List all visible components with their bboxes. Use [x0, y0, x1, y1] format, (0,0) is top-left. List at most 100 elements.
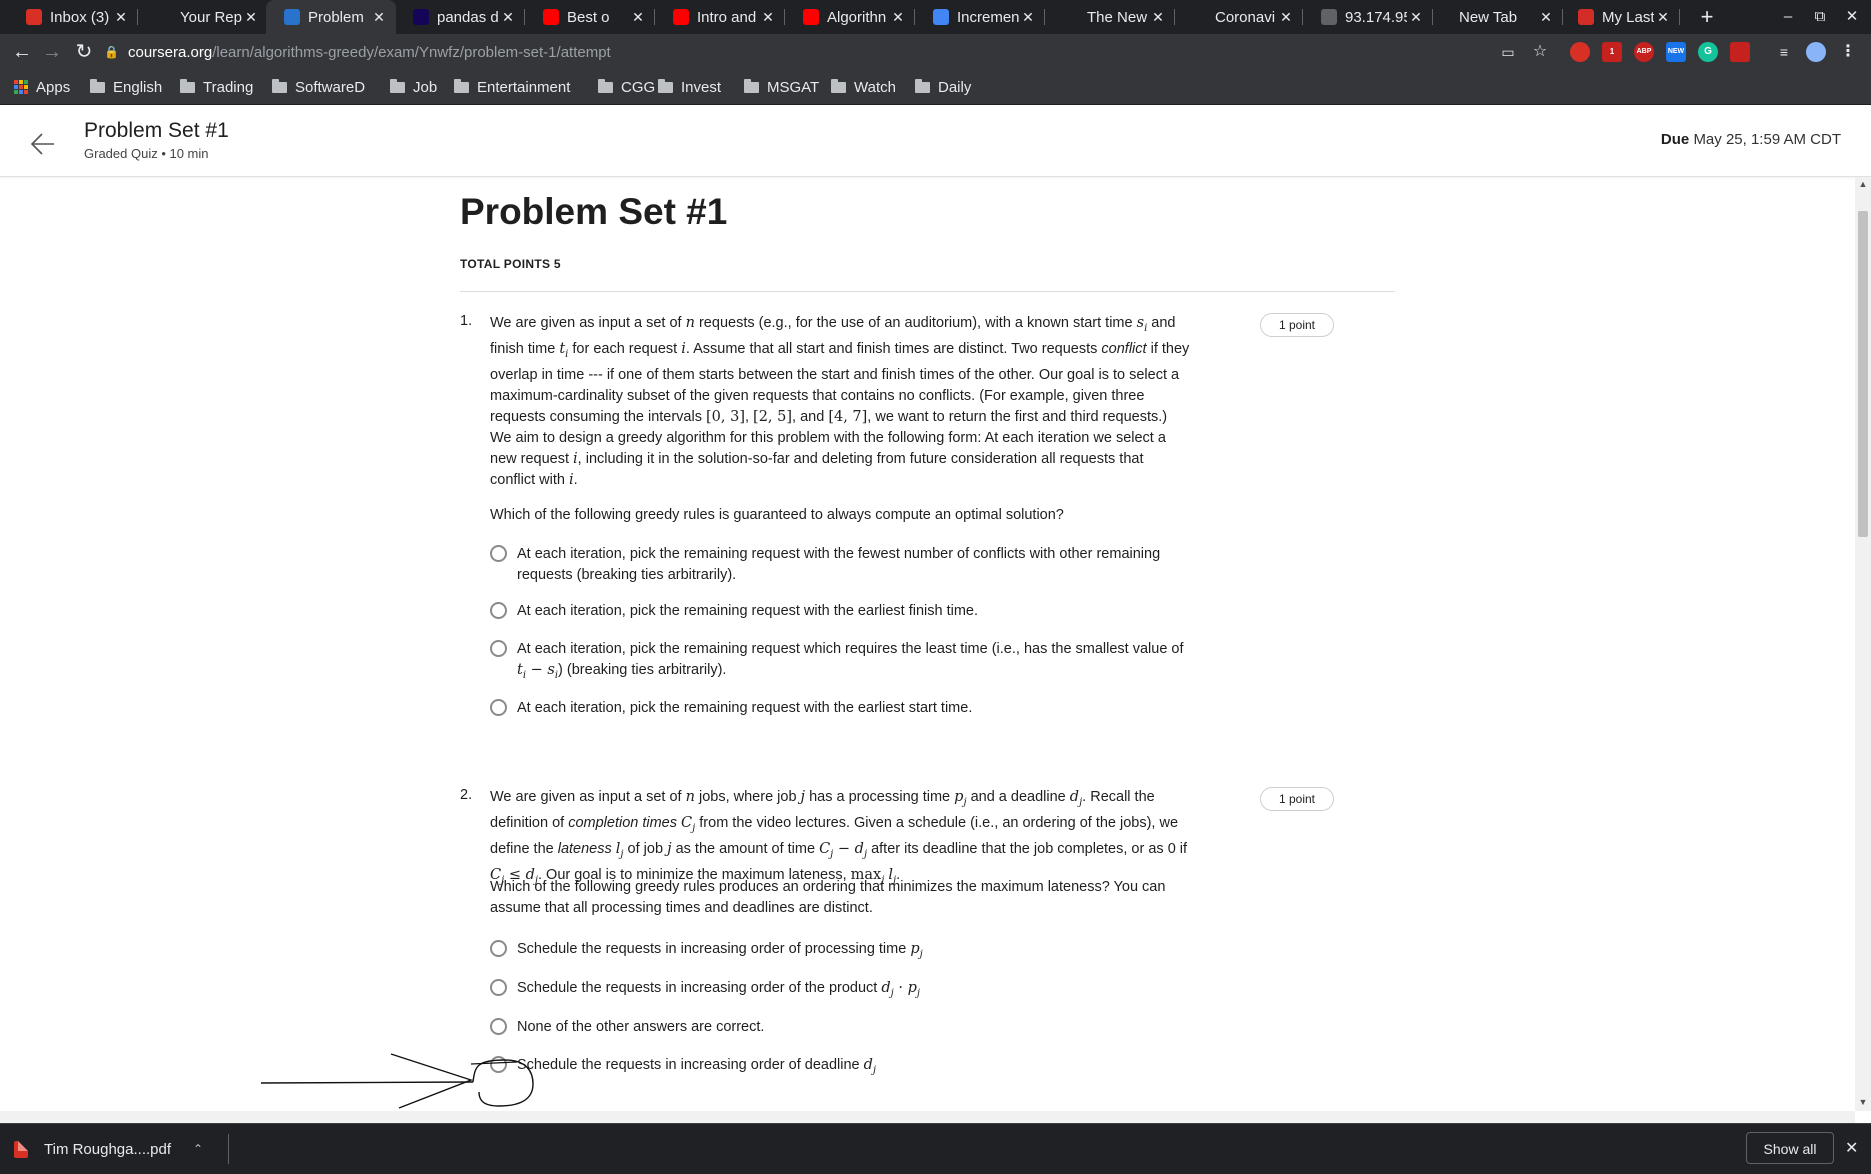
- chevron-up-icon[interactable]: ⌃: [193, 1142, 203, 1156]
- answer-option[interactable]: At each iteration, pick the remaining re…: [490, 601, 1190, 622]
- answer-option[interactable]: Schedule the requests in increasing orde…: [490, 1055, 1190, 1081]
- youtube-icon: [543, 9, 559, 25]
- course-header: Problem Set #1 Graded Quiz • 10 min Due …: [0, 105, 1871, 177]
- radio-button[interactable]: [490, 979, 507, 996]
- bookmark-folder[interactable]: SoftwareD: [272, 70, 365, 104]
- close-tab-icon[interactable]: ✕: [499, 9, 517, 26]
- show-all-button[interactable]: Show all: [1746, 1132, 1834, 1164]
- browser-tab[interactable]: 93.174.95 ✕: [1303, 0, 1433, 34]
- close-tab-icon[interactable]: ✕: [112, 9, 130, 26]
- adblock-icon[interactable]: ABP: [1634, 42, 1654, 62]
- browser-tab[interactable]: Problem ✕: [266, 0, 396, 34]
- download-shelf: Tim Roughga....pdf ⌃ Show all ✕: [0, 1123, 1871, 1174]
- close-tab-icon[interactable]: ✕: [1407, 9, 1425, 26]
- browser-tab[interactable]: My LastP✕: [1560, 0, 1680, 34]
- browser-tab[interactable]: Incremen ✕: [915, 0, 1045, 34]
- radio-button[interactable]: [490, 699, 507, 716]
- answer-option[interactable]: Schedule the requests in increasing orde…: [490, 978, 1190, 1004]
- bookmark-folder[interactable]: English: [90, 70, 162, 104]
- folder-icon: [90, 78, 105, 93]
- bookmark-star-icon[interactable]: ☆: [1530, 42, 1550, 62]
- close-tab-icon[interactable]: ✕: [629, 9, 647, 26]
- answer-option[interactable]: Schedule the requests in increasing orde…: [490, 939, 1190, 965]
- bookmark-folder[interactable]: Trading: [180, 70, 253, 104]
- more-menu-icon[interactable]: ⋮: [1838, 42, 1858, 62]
- radio-button[interactable]: [490, 640, 507, 657]
- bookmark-folder[interactable]: MSGAT: [744, 70, 819, 104]
- close-shelf-icon[interactable]: ✕: [1845, 1138, 1858, 1158]
- scroll-down-icon[interactable]: ▼: [1855, 1097, 1871, 1107]
- browser-tab-strip: Inbox (3) ✕ Your Rep ✕ Problem ✕ pandas d ✕ Best…: [0, 0, 1871, 34]
- bookmark-folder[interactable]: Entertainment: [454, 70, 570, 104]
- browser-tab[interactable]: Coronavi ✕: [1173, 0, 1303, 34]
- bookmark-apps[interactable]: Apps: [14, 70, 70, 104]
- answer-option[interactable]: At each iteration, pick the remaining re…: [490, 544, 1190, 586]
- forward-icon[interactable]: →: [38, 38, 66, 66]
- cast-icon[interactable]: ▭: [1498, 42, 1518, 62]
- back-arrow-icon[interactable]: [28, 129, 58, 159]
- horizontal-scrollbar[interactable]: [0, 1111, 1855, 1123]
- folder-icon: [390, 78, 405, 93]
- new-extension-icon[interactable]: NEW: [1666, 42, 1686, 62]
- tab-title: Intro and: [697, 8, 757, 26]
- question-number: 1.: [460, 313, 473, 329]
- answer-option[interactable]: None of the other answers are correct.: [490, 1017, 1190, 1038]
- browser-tab[interactable]: Best o ✕: [525, 0, 655, 34]
- reading-list-icon[interactable]: ≡: [1774, 42, 1794, 62]
- bookmark-folder[interactable]: Invest: [658, 70, 721, 104]
- bookmark-folder[interactable]: Job: [390, 70, 437, 104]
- address-bar[interactable]: 🔒 coursera.org/learn/algorithms-greedy/e…: [104, 36, 1534, 68]
- bookmark-folder[interactable]: Daily: [915, 70, 971, 104]
- restore-window-icon[interactable]: ⧉: [1802, 0, 1838, 34]
- download-item[interactable]: Tim Roughga....pdf ⌃: [14, 1132, 203, 1166]
- apps-grid-icon: [14, 80, 28, 94]
- bookmark-folder-label: Daily: [938, 78, 972, 96]
- scrollbar-thumb[interactable]: [1858, 211, 1868, 537]
- browser-tab[interactable]: pandas d ✕: [395, 0, 525, 34]
- close-tab-icon[interactable]: ✕: [1654, 9, 1672, 26]
- profile-avatar[interactable]: [1806, 42, 1826, 62]
- radio-button[interactable]: [490, 940, 507, 957]
- close-tab-icon[interactable]: ✕: [242, 9, 260, 26]
- minimize-window-icon[interactable]: –: [1770, 0, 1806, 34]
- browser-tab[interactable]: Your Rep ✕: [138, 0, 268, 34]
- new-tab-button[interactable]: +: [1694, 4, 1720, 30]
- close-tab-icon[interactable]: ✕: [759, 9, 777, 26]
- extension-lastpass-icon[interactable]: 1: [1602, 42, 1622, 62]
- browser-tab[interactable]: Algorithn ✕: [785, 0, 915, 34]
- radio-button[interactable]: [490, 1018, 507, 1035]
- close-tab-icon[interactable]: ✕: [1149, 9, 1167, 26]
- option-text: At each iteration, pick the remaining re…: [517, 603, 979, 619]
- back-icon[interactable]: ←: [8, 38, 36, 66]
- vertical-scrollbar[interactable]: ▲ ▼: [1855, 177, 1871, 1111]
- extension-dots-icon[interactable]: [1730, 42, 1750, 62]
- gmail-icon: [26, 9, 42, 25]
- radio-button[interactable]: [490, 545, 507, 562]
- option-text-main: Schedule the requests in increasing orde…: [517, 1057, 860, 1073]
- bookmark-folder[interactable]: Watch: [831, 70, 896, 104]
- close-window-icon[interactable]: ✕: [1834, 0, 1870, 34]
- browser-tab[interactable]: New Tab ✕: [1433, 0, 1563, 34]
- close-tab-icon[interactable]: ✕: [1277, 9, 1295, 26]
- browser-tab[interactable]: Inbox (3) ✕: [8, 0, 138, 34]
- tab-separator: [1679, 9, 1680, 25]
- close-tab-icon[interactable]: ✕: [1537, 9, 1555, 26]
- scroll-up-icon[interactable]: ▲: [1855, 179, 1871, 189]
- extension-red-icon[interactable]: [1570, 42, 1590, 62]
- bookmark-folder[interactable]: CGG: [598, 70, 655, 104]
- adblock-label: ABP: [1636, 48, 1652, 55]
- close-tab-icon[interactable]: ✕: [889, 9, 907, 26]
- reload-icon[interactable]: ↻: [70, 38, 98, 66]
- browser-tab[interactable]: The New ✕: [1045, 0, 1175, 34]
- close-tab-icon[interactable]: ✕: [370, 9, 388, 26]
- points-badge: 1 point: [1260, 787, 1334, 811]
- close-tab-icon[interactable]: ✕: [1019, 9, 1037, 26]
- answer-option[interactable]: At each iteration, pick the remaining re…: [490, 698, 1190, 719]
- tab-title: Problem: [308, 8, 364, 26]
- radio-button[interactable]: [490, 602, 507, 619]
- tab-title: Your Rep: [180, 8, 242, 26]
- answer-option[interactable]: At each iteration, pick the remaining re…: [490, 639, 1190, 686]
- browser-tab[interactable]: Intro and ✕: [655, 0, 785, 34]
- grammarly-icon[interactable]: G: [1698, 42, 1718, 62]
- tab-title: Inbox (3): [50, 8, 110, 26]
